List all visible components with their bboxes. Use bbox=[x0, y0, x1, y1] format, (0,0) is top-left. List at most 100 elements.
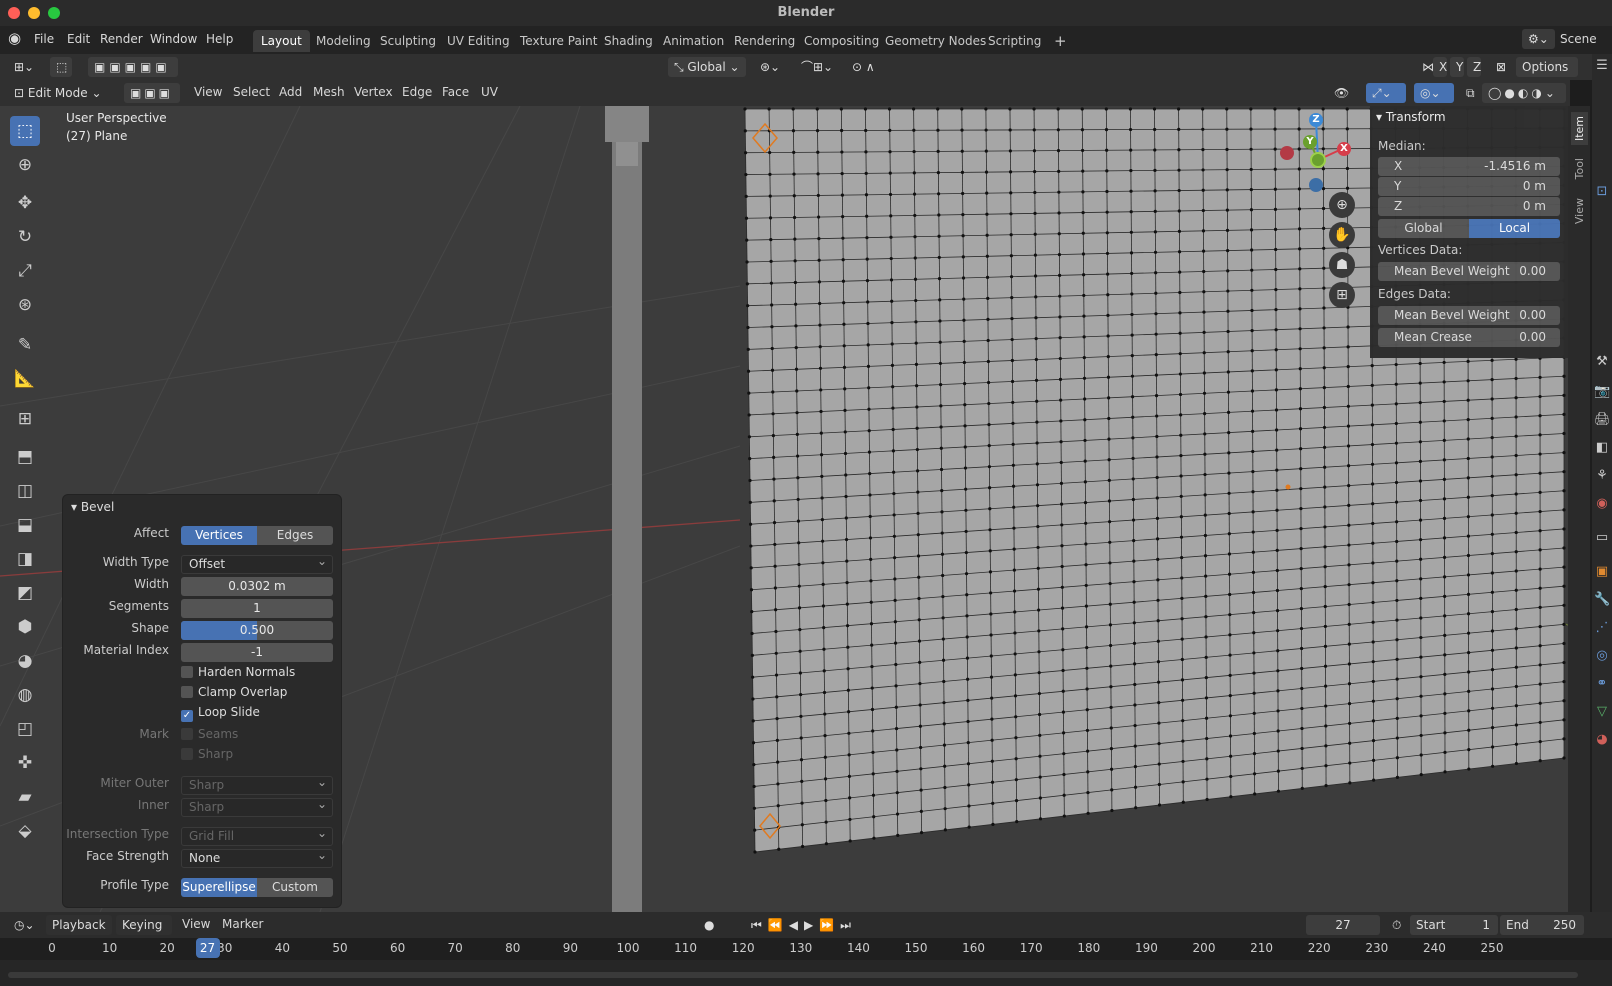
annotate-tool-icon[interactable]: ✎ bbox=[10, 330, 40, 360]
edge-bevel-weight-field[interactable]: Mean Bevel Weight 0.00 bbox=[1378, 306, 1560, 325]
snap-icon[interactable]: ⌒⊞⌄ bbox=[795, 57, 837, 77]
marker-menu[interactable]: Marker bbox=[222, 917, 263, 931]
menu-vertex[interactable]: Vertex bbox=[354, 85, 393, 99]
tab-sculpting[interactable]: Sculpting bbox=[372, 30, 444, 52]
profile-superellipse-button[interactable]: Superellipse bbox=[181, 878, 257, 897]
measure-tool-icon[interactable]: 📐 bbox=[10, 364, 40, 394]
view-layer-icon[interactable]: ◧ bbox=[1594, 440, 1610, 456]
add-cube-tool-icon[interactable]: ⊞ bbox=[10, 404, 40, 434]
menu-view[interactable]: View bbox=[194, 85, 222, 99]
rip-tool-icon[interactable]: ⬙ bbox=[10, 816, 40, 846]
blender-logo-icon[interactable]: ◉ bbox=[8, 29, 21, 47]
tab-shading[interactable]: Shading bbox=[596, 30, 661, 52]
shrink-fatten-tool-icon[interactable]: ✜ bbox=[10, 748, 40, 778]
median-z-field[interactable]: Z 0 m bbox=[1378, 197, 1560, 216]
close-window-icon[interactable] bbox=[8, 7, 20, 19]
seams-checkbox[interactable]: Seams bbox=[181, 727, 238, 741]
material-icon[interactable]: ◕ bbox=[1594, 732, 1610, 748]
axis-y-toggle[interactable]: Y bbox=[1450, 57, 1464, 77]
spin-tool-icon[interactable]: ◕ bbox=[10, 646, 40, 676]
pivot-icon[interactable]: ⊛⌄ bbox=[754, 57, 792, 77]
gizmo-z-axis[interactable]: Z bbox=[1309, 113, 1323, 127]
menu-file[interactable]: File bbox=[34, 32, 54, 46]
edge-slide-tool-icon[interactable]: ◰ bbox=[10, 714, 40, 744]
output-icon[interactable]: 🖨 bbox=[1594, 412, 1611, 428]
playback-menu[interactable]: Playback ⌄ bbox=[46, 915, 112, 952]
zoom-icon[interactable]: ⊕ bbox=[1329, 192, 1355, 218]
sharp-checkbox[interactable]: Sharp bbox=[181, 747, 233, 761]
tab-modeling[interactable]: Modeling bbox=[308, 30, 379, 52]
select-box-icon[interactable]: ⬚ bbox=[50, 57, 72, 77]
menu-mesh[interactable]: Mesh bbox=[313, 85, 345, 99]
menu-add[interactable]: Add bbox=[279, 85, 302, 99]
mode-dropdown[interactable]: ⊡ Edit Mode ⌄ bbox=[8, 83, 116, 103]
proportional-edit-icon[interactable]: ⊙ ∧ bbox=[846, 57, 894, 77]
profile-custom-button[interactable]: Custom bbox=[257, 878, 333, 897]
mirror-icon[interactable]: ⋈ bbox=[1416, 57, 1434, 77]
median-x-field[interactable]: X -1.4516 m bbox=[1378, 157, 1560, 176]
add-workspace-icon[interactable]: + bbox=[1046, 30, 1075, 52]
playback-controls-icons[interactable]: ⏮⏪◀▶⏩⏭ bbox=[745, 915, 865, 935]
tool-settings-icon[interactable]: ⚒ bbox=[1594, 354, 1610, 370]
selection-mode-icons[interactable]: ▣▣▣▣▣ bbox=[88, 57, 178, 77]
menu-face[interactable]: Face bbox=[442, 85, 469, 99]
gizmo-neg-y[interactable] bbox=[1310, 152, 1326, 168]
face-strength-dropdown[interactable]: None bbox=[181, 847, 333, 868]
width-type-dropdown[interactable]: Offset bbox=[181, 553, 333, 574]
cursor-tool-icon[interactable]: ⊕ bbox=[10, 150, 40, 180]
material-index-field[interactable]: -1 bbox=[181, 643, 333, 662]
menu-uv[interactable]: UV bbox=[481, 85, 498, 99]
shading-mode-icons[interactable]: ◯●◐◑⌄ bbox=[1482, 83, 1566, 103]
inner-dropdown[interactable]: Sharp bbox=[181, 796, 333, 817]
select-box-tool-icon[interactable]: ⬚ bbox=[10, 116, 40, 146]
menu-window[interactable]: Window bbox=[150, 32, 197, 46]
transform-tool-icon[interactable]: ⊛ bbox=[10, 290, 40, 320]
overlay-toggle-icon[interactable]: ◎⌄ bbox=[1414, 83, 1454, 103]
auto-keying-icon[interactable]: ● ⌄ bbox=[698, 915, 732, 952]
menu-edit[interactable]: Edit bbox=[67, 32, 90, 46]
particles-icon[interactable]: ⋰ bbox=[1594, 620, 1610, 636]
scene-selector-icon[interactable]: ⚙⌄ bbox=[1522, 29, 1555, 49]
miter-outer-dropdown[interactable]: Sharp bbox=[181, 774, 333, 795]
knife-tool-icon[interactable]: ◩ bbox=[10, 578, 40, 608]
orientation-dropdown[interactable]: ⤡ Global ⌄ bbox=[668, 57, 746, 77]
render-icon[interactable]: 📷 bbox=[1594, 384, 1610, 400]
tab-tool[interactable]: Tool bbox=[1571, 154, 1588, 183]
maximize-window-icon[interactable] bbox=[48, 7, 60, 19]
preview-range-icon[interactable]: ⏱ bbox=[1386, 915, 1404, 935]
options-dropdown[interactable]: Options ⌄ bbox=[1516, 57, 1578, 94]
scene-icon[interactable]: ⚘ bbox=[1594, 468, 1610, 484]
gizmo-toggle-icon[interactable]: ⤢⌄ bbox=[1366, 83, 1406, 103]
gizmo-neg-z[interactable] bbox=[1309, 178, 1323, 192]
segments-field[interactable]: 1 bbox=[181, 599, 333, 618]
tab-geometry-nodes[interactable]: Geometry Nodes bbox=[877, 30, 994, 52]
ortho-grid-icon[interactable]: ⊞ bbox=[1329, 282, 1355, 308]
modifier-wrench-icon[interactable]: 🔧 bbox=[1594, 592, 1610, 608]
gizmo-y-axis[interactable]: Y bbox=[1303, 135, 1317, 149]
keying-menu[interactable]: Keying ⌄ bbox=[116, 915, 172, 952]
width-field[interactable]: 0.0302 m bbox=[181, 577, 333, 596]
start-frame-field[interactable]: Start 1 bbox=[1410, 915, 1498, 935]
current-frame-field[interactable]: 27 bbox=[1306, 915, 1380, 935]
affect-vertices-button[interactable]: Vertices bbox=[181, 526, 257, 545]
extrude-tool-icon[interactable]: ⬒ bbox=[10, 442, 40, 472]
loop-slide-checkbox[interactable]: ✓ Loop Slide bbox=[181, 705, 260, 722]
tab-texture-paint[interactable]: Texture Paint bbox=[512, 30, 605, 52]
keyframe-area[interactable] bbox=[0, 960, 1612, 986]
move-tool-icon[interactable]: ✥ bbox=[10, 188, 40, 218]
clamp-overlap-checkbox[interactable]: Clamp Overlap bbox=[181, 685, 287, 699]
global-toggle[interactable]: Global bbox=[1378, 219, 1469, 238]
object-icon[interactable]: ▣ bbox=[1594, 564, 1610, 580]
menu-edge[interactable]: Edge bbox=[402, 85, 432, 99]
gizmo-neg-x[interactable] bbox=[1280, 146, 1294, 160]
xray-icon[interactable]: ⧉ bbox=[1460, 83, 1478, 103]
median-y-field[interactable]: Y 0 m bbox=[1378, 177, 1560, 196]
auto-merge-icon[interactable]: ⊠ bbox=[1490, 57, 1510, 77]
tab-view[interactable]: View bbox=[1571, 194, 1588, 228]
tab-compositing[interactable]: Compositing bbox=[796, 30, 887, 52]
tab-rendering[interactable]: Rendering bbox=[726, 30, 803, 52]
tab-scripting[interactable]: Scripting bbox=[980, 30, 1049, 52]
axis-z-toggle[interactable]: Z bbox=[1467, 57, 1481, 77]
tab-item[interactable]: Item bbox=[1571, 112, 1588, 146]
menu-help[interactable]: Help bbox=[206, 32, 233, 46]
